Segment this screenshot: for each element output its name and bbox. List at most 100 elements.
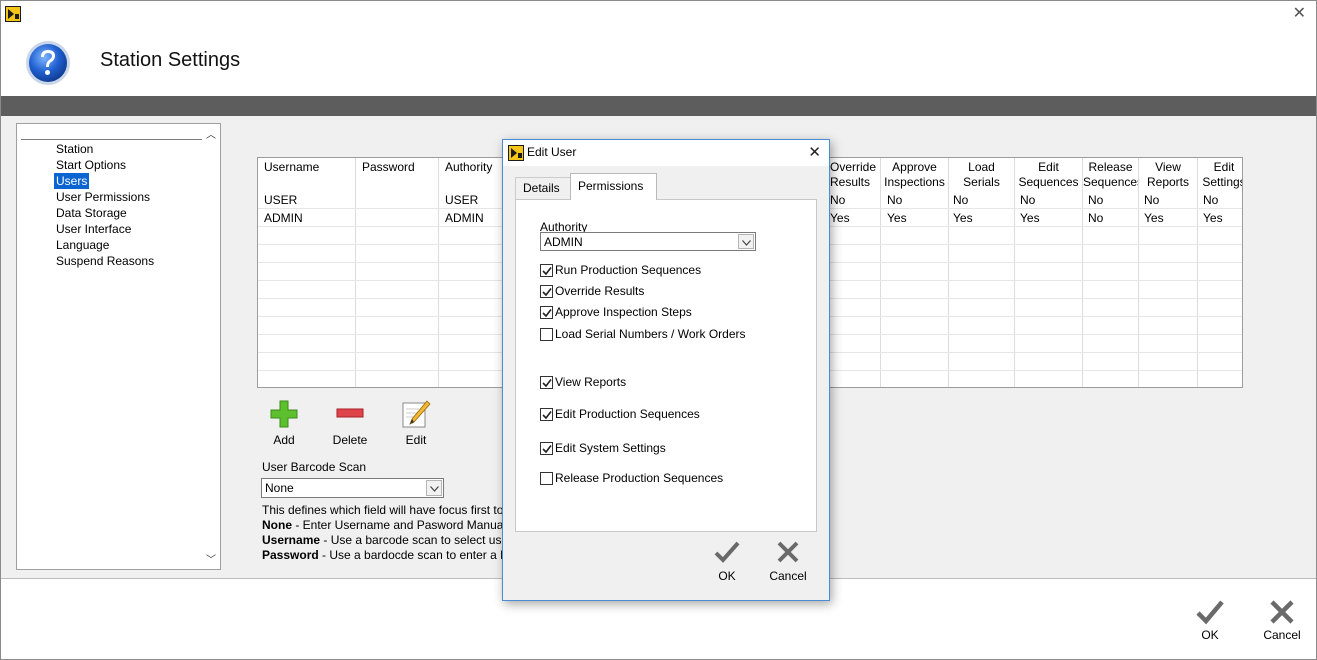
cell-load: No [953, 193, 969, 207]
scroll-up-icon[interactable]: ︿ [206, 126, 216, 141]
checkbox-checked-icon[interactable] [540, 264, 553, 277]
column-header-editseq-line1: Edit [1038, 160, 1059, 174]
header-divider-bar [1, 96, 1316, 116]
permission-label: Approve Inspection Steps [555, 305, 692, 319]
cell-username: USER [264, 193, 298, 207]
dialog-cancel-button[interactable]: Cancel [766, 540, 810, 583]
cell-authority: ADMIN [445, 211, 484, 225]
term-none: None [262, 518, 292, 532]
help-icon [26, 41, 70, 85]
permission-label: Load Serial Numbers / Work Orders [555, 327, 746, 341]
column-header-load-line2: Serials [963, 175, 1000, 189]
column-header-password[interactable]: Password [356, 160, 438, 175]
minus-icon [336, 408, 364, 418]
column-header-approve[interactable]: Approve Inspections [881, 160, 948, 190]
cell-override: Yes [830, 211, 850, 225]
cell-approve: No [887, 193, 903, 207]
cell-approve: Yes [887, 211, 907, 225]
barcode-scan-description: This defines which field will have focus… [262, 503, 515, 563]
nav-item-suspend-reasons[interactable]: Suspend Reasons [54, 253, 156, 269]
edit-pencil-icon [402, 400, 431, 428]
nav-item-start-options[interactable]: Start Options [54, 157, 128, 173]
checkbox-unchecked-icon[interactable] [540, 472, 553, 485]
nav-item-station[interactable]: Station [54, 141, 95, 157]
desc-password: - Use a bardocde scan to enter a Pa [318, 548, 515, 562]
column-header-editseq[interactable]: Edit Sequences [1015, 160, 1082, 190]
nav-item-user-interface[interactable]: User Interface [54, 221, 133, 237]
edit-user-button[interactable]: Edit [390, 399, 442, 447]
chevron-down-icon[interactable] [426, 480, 442, 496]
permission-label: Release Production Sequences [555, 471, 724, 485]
column-header-approve-line1: Approve [892, 160, 937, 174]
permission-label: Run Production Sequences [555, 263, 702, 277]
chevron-down-icon[interactable] [738, 234, 754, 249]
column-header-override[interactable]: Override Results [830, 160, 880, 190]
add-button-label: Add [273, 433, 295, 447]
scroll-down-icon[interactable]: ﹀ [206, 551, 216, 566]
checkbox-checked-icon[interactable] [540, 376, 553, 389]
column-header-override-line2: Results [830, 175, 871, 189]
column-header-approve-line2: Inspections [884, 175, 945, 189]
cell-editseq: No [1020, 193, 1036, 207]
dialog-titlebar[interactable]: Edit User ✕ [503, 140, 829, 166]
cell-release: No [1088, 193, 1104, 207]
column-header-load-line1: Load [968, 160, 995, 174]
description-password: Password - Use a bardocde scan to enter … [262, 548, 515, 563]
authority-select[interactable]: ADMIN [540, 232, 756, 251]
description-none: None - Enter Username and Pasword Manual… [262, 518, 515, 533]
app-icon [508, 145, 524, 161]
column-header-release[interactable]: Release Sequences [1083, 160, 1138, 190]
edit-user-dialog: Edit User ✕ Details Permissions Authorit… [502, 139, 830, 601]
cell-override: No [830, 193, 846, 207]
nav-tree-root-line [21, 139, 202, 140]
barcode-scan-select[interactable]: None [261, 478, 444, 498]
dialog-title: Edit User [527, 145, 577, 159]
cell-authority: USER [445, 193, 479, 207]
cell-username: ADMIN [264, 211, 303, 225]
cell-release: No [1088, 211, 1104, 225]
ok-button-label: OK [1201, 628, 1219, 642]
tab-details[interactable]: Details [515, 177, 571, 199]
term-username: Username [262, 533, 321, 547]
checkbox-checked-icon[interactable] [540, 306, 553, 319]
checkmark-icon [1196, 600, 1224, 625]
column-header-username[interactable]: Username [258, 160, 355, 175]
window-close-icon[interactable]: ✕ [1293, 6, 1306, 22]
delete-user-button[interactable]: Delete [324, 399, 376, 447]
plus-icon [270, 400, 298, 428]
checkbox-checked-icon[interactable] [540, 285, 553, 298]
checkbox-checked-icon[interactable] [540, 442, 553, 455]
permission-label: Edit System Settings [555, 441, 666, 455]
authority-value: ADMIN [544, 235, 583, 249]
nav-item-user-permissions[interactable]: User Permissions [54, 189, 152, 205]
cell-editset: Yes [1203, 211, 1223, 225]
column-header-editset[interactable]: Edit Settings [1198, 160, 1242, 190]
nav-item-language[interactable]: Language [54, 237, 111, 253]
column-header-load[interactable]: Load Serials [949, 160, 1014, 190]
description-username: Username - Use a barcode scan to select … [262, 533, 515, 548]
column-header-release-line2: Sequences [1083, 175, 1139, 189]
permissions-panel: Authority ADMIN Run Production Sequences… [515, 199, 817, 532]
desc-none: - Enter Username and Pasword Manuall [292, 518, 509, 532]
column-header-editset-line1: Edit [1213, 160, 1235, 174]
nav-item-data-storage[interactable]: Data Storage [54, 205, 129, 221]
add-user-button[interactable]: Add [258, 399, 310, 447]
dialog-ok-button[interactable]: OK [705, 540, 749, 583]
barcode-scan-value: None [265, 481, 294, 495]
cancel-button[interactable]: Cancel [1254, 599, 1310, 642]
settings-nav-tree[interactable]: Station Start Options Users User Permission… [16, 123, 221, 570]
cell-editset: No [1203, 193, 1219, 207]
tab-permissions[interactable]: Permissions [570, 173, 657, 200]
ok-button[interactable]: OK [1182, 599, 1238, 642]
cell-view: Yes [1144, 211, 1164, 225]
close-x-icon [1270, 600, 1294, 624]
permission-label: View Reports [555, 375, 627, 389]
column-header-view[interactable]: View Reports [1139, 160, 1197, 190]
column-header-view-line2: Reports [1146, 175, 1190, 189]
checkbox-unchecked-icon[interactable] [540, 328, 553, 341]
nav-item-users[interactable]: Users [54, 173, 90, 189]
dialog-ok-label: OK [718, 569, 736, 583]
dialog-close-icon[interactable]: ✕ [808, 143, 821, 161]
cell-load: Yes [953, 211, 973, 225]
checkbox-checked-icon[interactable] [540, 408, 553, 421]
